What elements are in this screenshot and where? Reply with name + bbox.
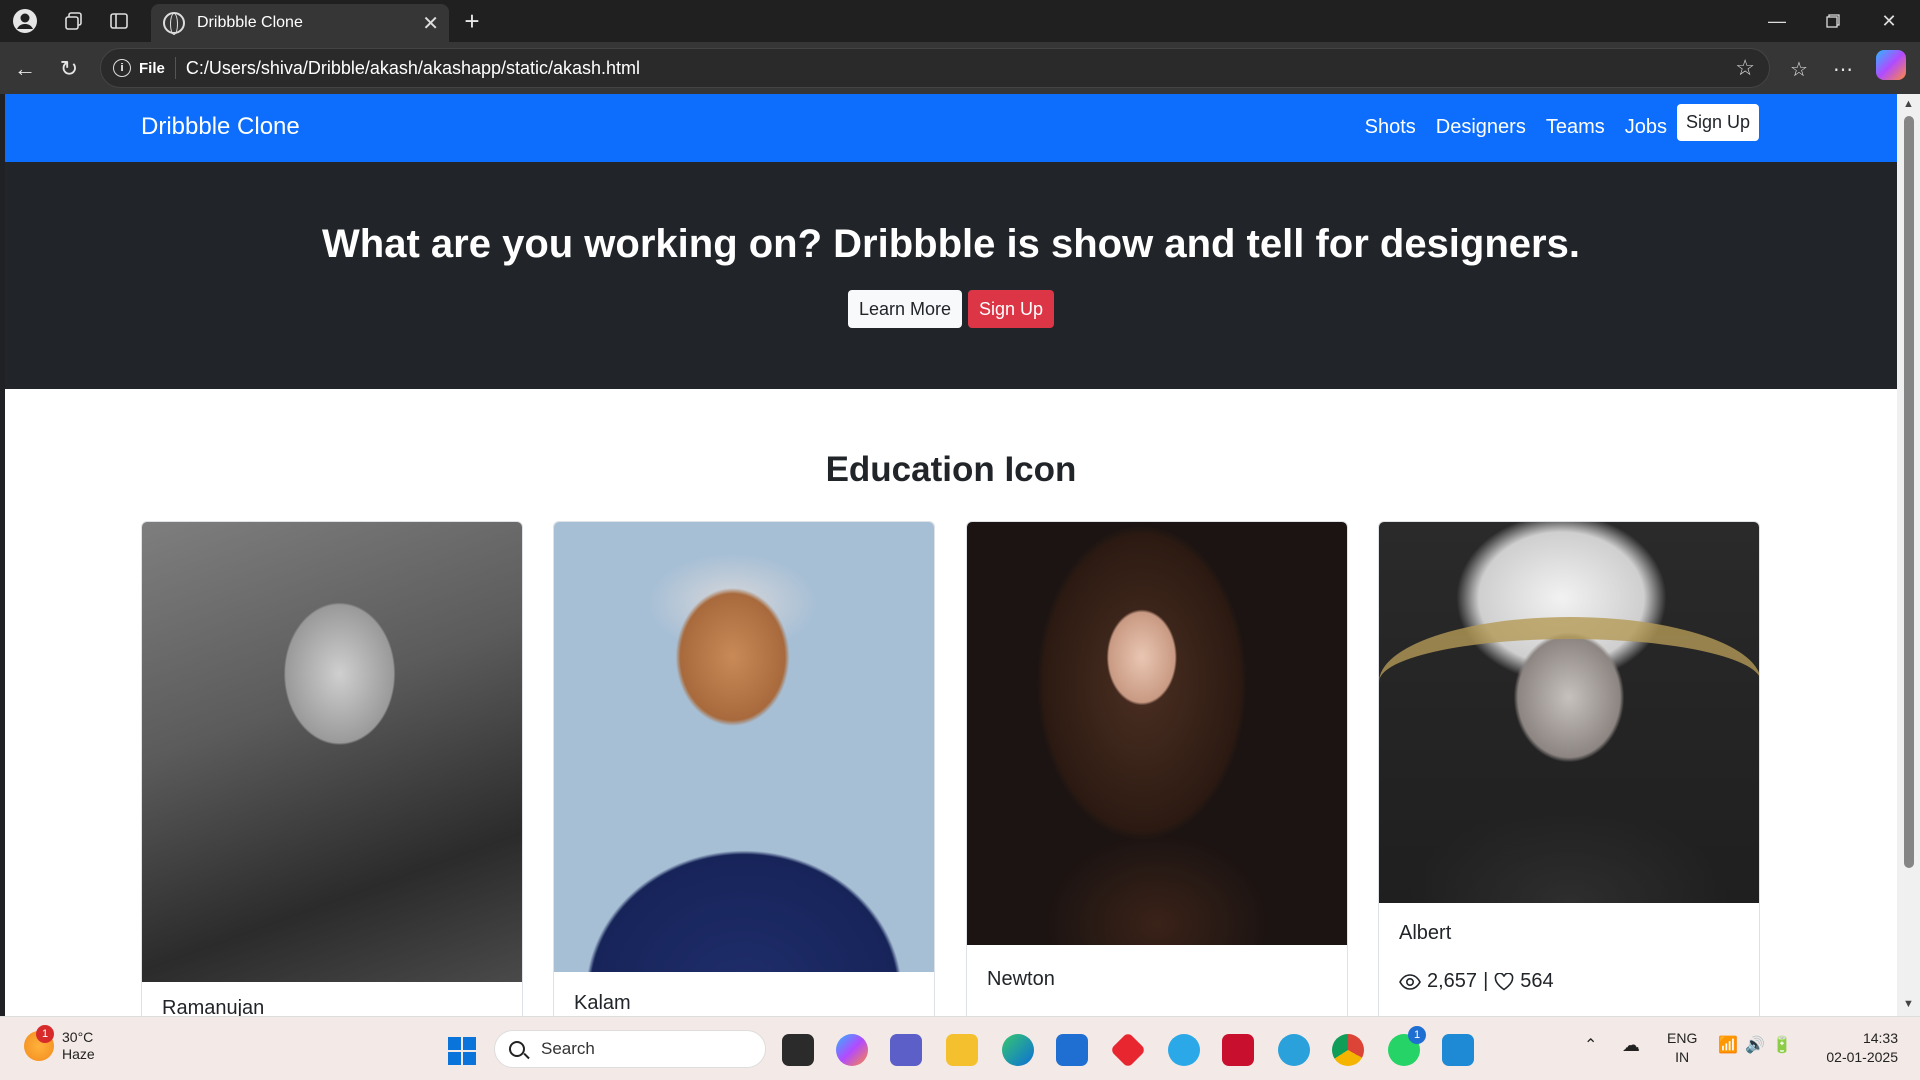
task-view-icon[interactable] — [782, 1034, 814, 1066]
vscode-icon[interactable] — [1442, 1034, 1474, 1066]
language-indicator[interactable]: ENG IN — [1667, 1029, 1697, 1067]
scheme-label: File — [139, 59, 165, 77]
taskbar-search[interactable]: Search — [494, 1030, 766, 1068]
globe-icon — [163, 12, 185, 35]
profile-icon[interactable] — [10, 7, 40, 35]
nav-link-jobs[interactable]: Jobs — [1625, 116, 1667, 139]
store-icon[interactable] — [1056, 1034, 1088, 1066]
refresh-icon[interactable]: ↻ — [52, 52, 86, 86]
page-viewport: Dribbble Clone Shots Designers Teams Job… — [5, 94, 1897, 1016]
hero-section: What are you working on? Dribbble is sho… — [5, 162, 1897, 389]
scroll-down-icon[interactable]: ▼ — [1903, 998, 1914, 1010]
stats-separator: | — [1483, 970, 1489, 992]
volume-icon[interactable]: 🔊 — [1745, 1035, 1765, 1055]
learn-more-button[interactable]: Learn More — [847, 290, 962, 328]
wifi-icon[interactable]: 📶 — [1718, 1035, 1738, 1055]
tab-actions-icon[interactable] — [104, 7, 134, 35]
nav-links: Shots Designers Teams Jobs — [1365, 116, 1667, 139]
card-ramanujan[interactable]: Ramanujan — [141, 521, 523, 1016]
minimize-icon[interactable]: — — [1752, 4, 1802, 38]
nav-link-shots[interactable]: Shots — [1365, 116, 1416, 139]
whatsapp-badge: 1 — [1408, 1026, 1426, 1044]
brand-link[interactable]: Dribbble Clone — [141, 113, 300, 141]
restore-icon[interactable] — [1808, 4, 1858, 38]
clock-date: 02-01-2025 — [1826, 1049, 1898, 1065]
card-stats: 2,657 | 564 — [1399, 970, 1554, 993]
anydesk-icon[interactable] — [1109, 1031, 1147, 1069]
windows-taskbar: 1 30°C Haze Search 1 ⌃ ☁ ENG IN 📶 🔊 🔋 14… — [0, 1016, 1920, 1080]
card-image-newton — [967, 522, 1347, 945]
hero-signup-button[interactable]: Sign Up — [968, 290, 1055, 328]
active-tab[interactable]: Dribbble Clone ✕ — [151, 4, 449, 42]
taskbar-search-placeholder: Search — [541, 1039, 595, 1058]
card-title: Newton — [987, 968, 1055, 990]
nav-link-teams[interactable]: Teams — [1546, 116, 1605, 139]
nav-link-designers[interactable]: Designers — [1436, 116, 1526, 139]
chrome-icon[interactable] — [1332, 1034, 1364, 1066]
nav-signup-button[interactable]: Sign Up — [1677, 104, 1759, 141]
card-kalam[interactable]: Kalam — [553, 521, 935, 1016]
card-albert[interactable]: Albert 2,657 | 564 — [1378, 521, 1760, 1016]
site-info-icon[interactable]: i — [113, 59, 131, 77]
url-text[interactable]: C:/Users/shiva/Dribble/akash/akashapp/st… — [186, 58, 640, 79]
edge-icon[interactable] — [1002, 1034, 1034, 1066]
section-title: Education Icon — [825, 450, 1077, 489]
tab-title: Dribbble Clone — [197, 14, 303, 31]
card-newton[interactable]: Newton — [966, 521, 1348, 1016]
weather-temp: 30°C — [62, 1029, 94, 1045]
whatsapp-icon[interactable]: 1 — [1388, 1026, 1426, 1066]
heart-icon — [1494, 972, 1514, 990]
taskbar-clock[interactable]: 14:33 02-01-2025 — [1818, 1029, 1898, 1067]
copilot-icon[interactable] — [1876, 50, 1906, 80]
new-tab-icon[interactable]: + — [457, 6, 487, 36]
close-window-icon[interactable]: ✕ — [1864, 4, 1914, 38]
address-row: ← ↻ i File C:/Users/shiva/Dribble/akash/… — [0, 42, 1920, 94]
page-scrollbar[interactable]: ▲ ▼ — [1897, 94, 1920, 1016]
card-title: Kalam — [574, 992, 631, 1014]
scrollbar-thumb[interactable] — [1904, 116, 1914, 868]
card-image-albert — [1379, 522, 1759, 903]
battery-icon[interactable]: 🔋 — [1772, 1035, 1792, 1055]
file-explorer-icon[interactable] — [946, 1034, 978, 1066]
onedrive-cloud-icon[interactable]: ☁ — [1622, 1035, 1640, 1056]
clock-time: 14:33 — [1862, 1030, 1898, 1046]
show-hidden-icons-chevron-icon[interactable]: ⌃ — [1584, 1035, 1597, 1055]
weather-sun-icon: 1 — [24, 1025, 54, 1061]
teams-icon[interactable] — [890, 1034, 922, 1066]
browser-app-icon[interactable] — [1168, 1034, 1200, 1066]
views-count: 2,657 — [1427, 970, 1478, 992]
mcafee-icon[interactable] — [1222, 1034, 1254, 1066]
address-bar[interactable]: i File C:/Users/shiva/Dribble/akash/akas… — [100, 48, 1770, 88]
hero-buttons: Learn More Sign Up — [5, 290, 1897, 328]
card-image-ramanujan — [142, 522, 522, 982]
telegram-icon[interactable] — [1278, 1034, 1310, 1066]
copilot-app-icon[interactable] — [836, 1034, 868, 1066]
search-icon — [509, 1041, 525, 1057]
card-image-kalam — [554, 522, 934, 972]
scroll-up-icon[interactable]: ▲ — [1903, 98, 1914, 110]
likes-count: 564 — [1520, 970, 1554, 992]
site-navbar: Dribbble Clone Shots Designers Teams Job… — [5, 94, 1897, 162]
hero-headline: What are you working on? Dribbble is sho… — [322, 222, 1580, 266]
workspaces-icon[interactable] — [59, 7, 89, 35]
weather-widget[interactable]: 1 30°C Haze — [24, 1025, 95, 1063]
browser-tab-bar: Dribbble Clone ✕ + — ✕ — [0, 0, 1920, 42]
favorites-icon[interactable]: ☆ — [1782, 52, 1816, 86]
weather-badge: 1 — [36, 1025, 54, 1043]
favorite-star-icon[interactable]: ☆ — [1735, 55, 1755, 81]
card-title: Ramanujan — [162, 997, 265, 1016]
back-icon[interactable]: ← — [8, 52, 42, 86]
card-title: Albert — [1399, 922, 1452, 944]
start-button-icon[interactable] — [448, 1037, 476, 1065]
close-tab-icon[interactable]: ✕ — [422, 11, 439, 36]
weather-condition: Haze — [62, 1046, 95, 1062]
eye-icon — [1399, 973, 1421, 990]
more-menu-icon[interactable]: ⋯ — [1826, 52, 1860, 86]
